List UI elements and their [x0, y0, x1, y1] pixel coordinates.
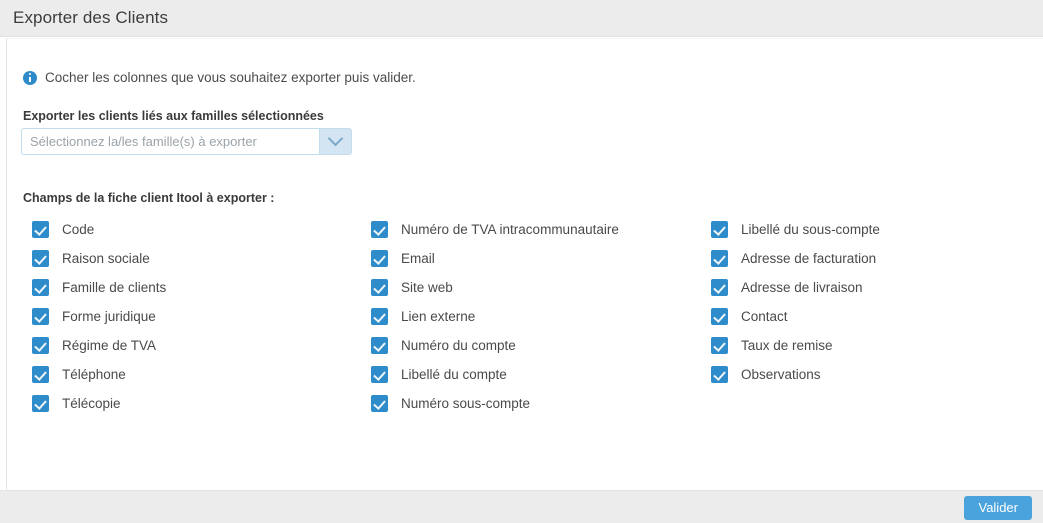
- checkbox-row[interactable]: Téléphone: [32, 360, 346, 389]
- checkbox-row[interactable]: Code: [32, 215, 346, 244]
- checkbox-label: Libellé du sous-compte: [741, 222, 880, 237]
- dialog-footer: Valider: [0, 490, 1043, 523]
- checkbox-label: Adresse de livraison: [741, 280, 863, 295]
- checkbox-label: Taux de remise: [741, 338, 833, 353]
- checkbox-control[interactable]: [371, 221, 388, 238]
- checkbox-label: Forme juridique: [62, 309, 156, 324]
- checkbox-control[interactable]: [711, 308, 728, 325]
- checkbox-row[interactable]: Forme juridique: [32, 302, 346, 331]
- validate-button[interactable]: Valider: [964, 496, 1032, 520]
- checkbox-label: Régime de TVA: [62, 338, 157, 353]
- checkbox-label: Numéro de TVA intracommunautaire: [401, 222, 619, 237]
- checkbox-label: Libellé du compte: [401, 367, 507, 382]
- checkbox-control[interactable]: [371, 366, 388, 383]
- info-message: Cocher les colonnes que vous souhaitez e…: [23, 70, 416, 85]
- checkbox-label: Lien externe: [401, 309, 476, 324]
- checkbox-row[interactable]: Adresse de facturation: [711, 244, 1026, 273]
- checkbox-label: Numéro sous-compte: [401, 396, 531, 411]
- family-selector[interactable]: [21, 128, 352, 155]
- fields-column-3: Libellé du sous-compte Adresse de factur…: [686, 215, 1026, 418]
- export-clients-dialog: Exporter des Clients Cocher les colonnes…: [0, 0, 1043, 523]
- checkbox-row[interactable]: Numéro du compte: [371, 331, 686, 360]
- chevron-down-icon: [327, 130, 344, 147]
- checkbox-row[interactable]: Libellé du compte: [371, 360, 686, 389]
- checkbox-control[interactable]: [711, 221, 728, 238]
- checkbox-control[interactable]: [711, 366, 728, 383]
- checkbox-control[interactable]: [371, 308, 388, 325]
- checkbox-control[interactable]: [32, 308, 49, 325]
- checkbox-control[interactable]: [32, 250, 49, 267]
- checkbox-row[interactable]: Email: [371, 244, 686, 273]
- family-selector-label: Exporter les clients liés aux familles s…: [23, 109, 324, 123]
- checkbox-control[interactable]: [711, 250, 728, 267]
- checkbox-control[interactable]: [32, 337, 49, 354]
- checkbox-label: Numéro du compte: [401, 338, 516, 353]
- checkbox-label: Famille de clients: [62, 280, 167, 295]
- checkbox-row[interactable]: Numéro sous-compte: [371, 389, 686, 418]
- checkbox-row[interactable]: Raison sociale: [32, 244, 346, 273]
- checkbox-row[interactable]: Site web: [371, 273, 686, 302]
- checkbox-row[interactable]: Libellé du sous-compte: [711, 215, 1026, 244]
- checkbox-control[interactable]: [371, 395, 388, 412]
- checkbox-row[interactable]: Observations: [711, 360, 1026, 389]
- family-selector-input[interactable]: [22, 129, 319, 154]
- checkbox-row[interactable]: Taux de remise: [711, 331, 1026, 360]
- checkbox-control[interactable]: [371, 337, 388, 354]
- checkbox-row[interactable]: Régime de TVA: [32, 331, 346, 360]
- checkbox-row[interactable]: Adresse de livraison: [711, 273, 1026, 302]
- checkbox-control[interactable]: [711, 279, 728, 296]
- checkbox-label: Email: [401, 251, 435, 266]
- checkbox-row[interactable]: Numéro de TVA intracommunautaire: [371, 215, 686, 244]
- checkbox-label: Code: [62, 222, 95, 237]
- checkbox-control[interactable]: [32, 221, 49, 238]
- checkbox-row[interactable]: Télécopie: [32, 389, 346, 418]
- info-message-text: Cocher les colonnes que vous souhaitez e…: [45, 70, 416, 85]
- checkbox-control[interactable]: [32, 366, 49, 383]
- fields-section-label: Champs de la fiche client Itool à export…: [23, 191, 275, 205]
- dialog-titlebar: Exporter des Clients: [0, 0, 1043, 37]
- checkbox-label: Téléphone: [62, 367, 126, 382]
- checkbox-row[interactable]: Famille de clients: [32, 273, 346, 302]
- fields-column-2: Numéro de TVA intracommunautaire Email S…: [346, 215, 686, 418]
- dialog-content-panel: Cocher les colonnes que vous souhaitez e…: [6, 38, 1043, 490]
- checkbox-label: Adresse de facturation: [741, 251, 877, 266]
- checkbox-control[interactable]: [32, 395, 49, 412]
- checkbox-row[interactable]: Contact: [711, 302, 1026, 331]
- checkbox-label: Observations: [741, 367, 821, 382]
- fields-column-1: Code Raison sociale Famille de clients F…: [7, 215, 346, 418]
- checkbox-row[interactable]: Lien externe: [371, 302, 686, 331]
- checkbox-control[interactable]: [371, 250, 388, 267]
- checkbox-label: Contact: [741, 309, 788, 324]
- checkbox-control[interactable]: [711, 337, 728, 354]
- checkbox-label: Site web: [401, 280, 453, 295]
- fields-checkbox-columns: Code Raison sociale Famille de clients F…: [7, 215, 1043, 418]
- checkbox-control[interactable]: [32, 279, 49, 296]
- checkbox-label: Raison sociale: [62, 251, 150, 266]
- info-circle-icon: [23, 70, 37, 85]
- checkbox-label: Télécopie: [62, 396, 121, 411]
- checkbox-control[interactable]: [371, 279, 388, 296]
- page-title: Exporter des Clients: [13, 8, 169, 27]
- family-selector-toggle-button[interactable]: [319, 129, 351, 154]
